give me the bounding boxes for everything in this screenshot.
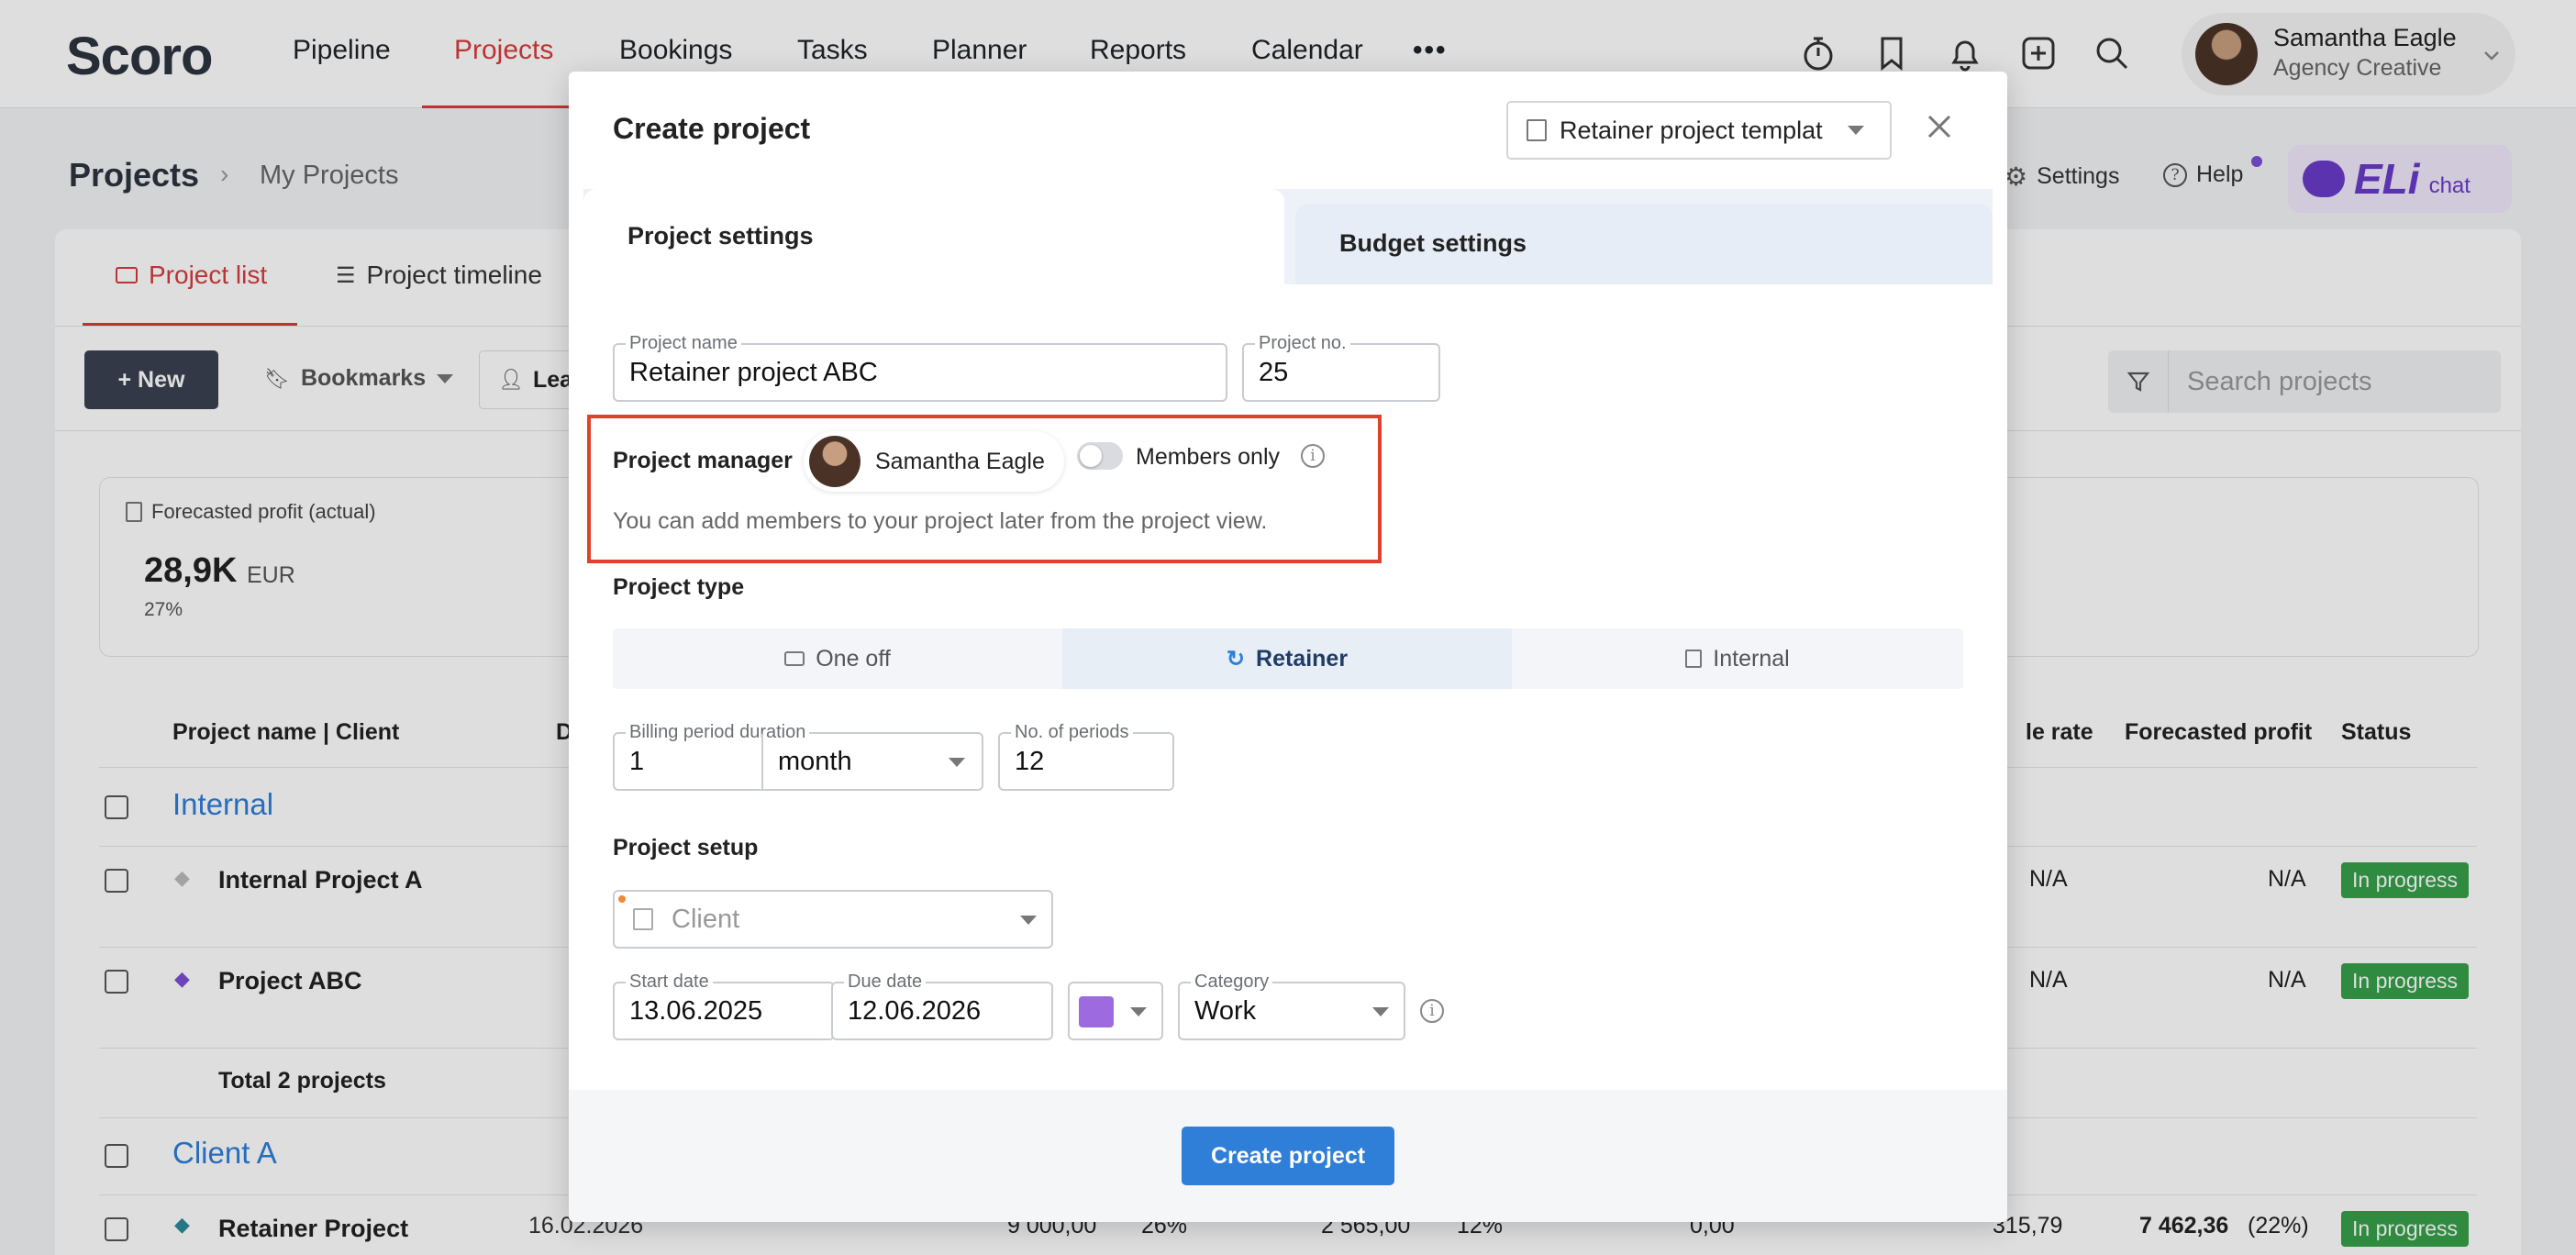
info-icon[interactable]: i bbox=[1420, 999, 1444, 1023]
building-icon bbox=[633, 908, 653, 930]
caret-down-icon bbox=[1130, 1007, 1147, 1016]
template-icon bbox=[1527, 119, 1547, 141]
field-label: Due date bbox=[844, 971, 927, 993]
caret-down-icon bbox=[949, 758, 965, 767]
billing-period-field[interactable]: Billing period duration 1 month bbox=[613, 721, 983, 791]
type-one-off[interactable]: One off bbox=[613, 628, 1062, 689]
client-select[interactable]: Client bbox=[613, 890, 1053, 949]
color-swatch bbox=[1079, 996, 1114, 1027]
info-icon[interactable]: i bbox=[1301, 444, 1325, 468]
manager-chip[interactable]: Samantha Eagle bbox=[804, 431, 1064, 492]
color-picker[interactable] bbox=[1068, 982, 1163, 1040]
due-date-field[interactable]: Due date 12.06.2026 bbox=[831, 971, 1053, 1040]
project-type-label: Project type bbox=[613, 574, 745, 600]
field-label: Start date bbox=[626, 971, 713, 993]
create-project-modal: Create project Retainer project templat … bbox=[569, 72, 2007, 1222]
create-project-button[interactable]: Create project bbox=[1182, 1127, 1394, 1185]
project-setup-label: Project setup bbox=[613, 835, 759, 861]
billing-duration-input[interactable]: 1 bbox=[629, 747, 644, 777]
field-label: Project no. bbox=[1255, 332, 1350, 354]
tab-project-settings[interactable]: Project settings bbox=[583, 189, 1284, 286]
field-label: Project name bbox=[626, 332, 741, 354]
field-label: No. of periods bbox=[1011, 721, 1133, 743]
caret-down-icon bbox=[1020, 916, 1037, 925]
toggle-knob bbox=[1080, 445, 1102, 467]
building-icon bbox=[1685, 650, 1703, 668]
caret-down-icon bbox=[1372, 1007, 1389, 1016]
category-select[interactable]: Category Work bbox=[1178, 971, 1405, 1040]
caret-down-icon bbox=[1848, 126, 1864, 135]
manager-hint: You can add members to your project late… bbox=[613, 508, 1268, 534]
manager-label: Project manager bbox=[613, 448, 793, 473]
start-date-field[interactable]: Start date 13.06.2025 bbox=[613, 971, 835, 1040]
project-name-field[interactable]: Project name Retainer project ABC bbox=[613, 332, 1227, 402]
type-retainer[interactable]: ↻ Retainer bbox=[1062, 628, 1512, 689]
field-label: Billing period duration bbox=[626, 721, 810, 743]
members-only-toggle[interactable] bbox=[1077, 442, 1123, 470]
modal-title: Create project bbox=[613, 112, 811, 145]
divider bbox=[761, 734, 763, 789]
billing-unit-select[interactable]: month bbox=[778, 747, 852, 777]
members-only-label: Members only bbox=[1136, 444, 1280, 470]
field-label: Category bbox=[1191, 971, 1273, 993]
project-number-field[interactable]: Project no. 25 bbox=[1242, 332, 1440, 402]
tab-budget-settings[interactable]: Budget settings bbox=[1295, 204, 1993, 284]
briefcase-icon bbox=[784, 651, 805, 666]
required-indicator bbox=[618, 895, 626, 903]
number-of-periods-field[interactable]: No. of periods 12 bbox=[998, 721, 1174, 791]
avatar bbox=[809, 436, 861, 487]
refresh-icon: ↻ bbox=[1226, 646, 1246, 672]
template-select[interactable]: Retainer project templat bbox=[1506, 101, 1892, 160]
type-internal[interactable]: Internal bbox=[1512, 628, 1963, 689]
close-icon[interactable] bbox=[1925, 112, 1954, 141]
